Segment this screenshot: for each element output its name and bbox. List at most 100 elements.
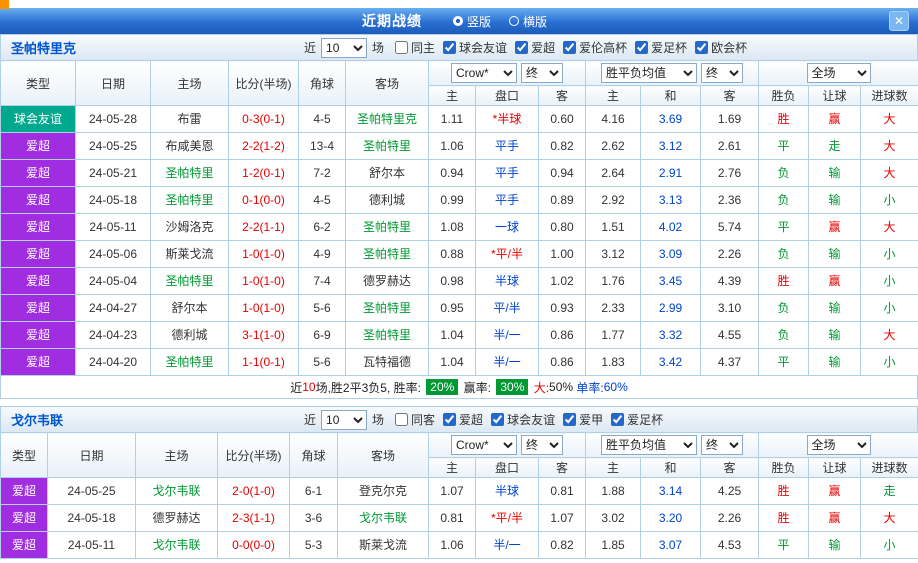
home-team: 圣帕特里 [151,160,229,187]
handicap-result: 赢 [809,106,861,133]
col-header: 比分(半场) [229,61,299,106]
match-row: 爱超24-04-27舒尔本1-0(1-0)5-6圣帕特里0.95平/半0.932… [1,295,918,322]
col-header: 类型 [1,433,48,478]
league-filter[interactable]: 爱足杯 [603,411,663,428]
layout-radio-vertical[interactable]: 竖版 [453,13,491,30]
league-filter[interactable]: 欧会杯 [687,39,747,56]
fullgame-select[interactable]: 全场 [807,435,871,455]
handicap: 半/一 [476,322,539,349]
same-side-filter-checkbox[interactable] [395,413,408,426]
same-side-filter[interactable]: 同主 [387,39,435,56]
corner-score: 4-5 [299,106,346,133]
same-side-filter-checkbox[interactable] [395,41,408,54]
league-filter[interactable]: 爱甲 [555,411,603,428]
final-odds-select[interactable]: 终 [521,435,563,455]
handicap: 平手 [476,187,539,214]
handicap: *平/半 [476,241,539,268]
league-filter[interactable]: 球会友谊 [483,411,555,428]
same-side-filter[interactable]: 同客 [387,411,435,428]
away-team: 舒尔本 [346,160,429,187]
home-team: 布咸美恩 [151,133,229,160]
avg-draw-odds: 3.07 [641,532,701,559]
sub-col-header: 客 [701,458,759,478]
page-corner-decoration [0,0,9,9]
avg-away-odds: 1.69 [701,106,759,133]
home-team: 德利城 [151,322,229,349]
home-odds: 1.06 [429,532,476,559]
match-date: 24-05-11 [76,214,151,241]
handicap-result: 输 [809,241,861,268]
away-odds: 1.07 [539,505,586,532]
handicap-result: 输 [809,160,861,187]
sub-col-header: 主 [429,86,476,106]
avg-home-odds: 1.85 [586,532,641,559]
league-filter-checkbox[interactable] [635,41,648,54]
avg-final-select[interactable]: 终 [701,435,743,455]
fullgame-select[interactable]: 全场 [807,63,871,83]
avg-draw-odds: 3.32 [641,322,701,349]
league-filter-checkbox[interactable] [563,413,576,426]
stats-summary: 近10场,胜2平3负5, 胜率: 20% 赢率: 30% 大:50% 单率:60… [0,376,918,399]
col-header: 主场 [136,433,218,478]
match-count-select[interactable]: 10 [321,410,367,430]
avg-odds-select[interactable]: 胜平负均值 [601,435,697,455]
handicap-result: 赢 [809,505,861,532]
avg-away-odds: 2.76 [701,160,759,187]
league-badge: 爱超 [1,160,76,187]
close-icon[interactable]: ✕ [889,11,909,31]
sub-col-header: 客 [701,86,759,106]
score: 2-2(1-1) [229,214,299,241]
handicap-result: 走 [809,133,861,160]
league-filter-label: 爱超 [459,411,483,428]
bookmaker-select[interactable]: Crow* [451,435,517,455]
handicap-result: 输 [809,349,861,376]
layout-radio-horizontal[interactable]: 横版 [509,13,547,30]
league-filter[interactable]: 爱足杯 [627,39,687,56]
home-team: 圣帕特里 [151,268,229,295]
home-team: 沙姆洛克 [151,214,229,241]
avg-home-odds: 3.12 [586,241,641,268]
avg-draw-odds: 3.14 [641,478,701,505]
handicap: 一球 [476,214,539,241]
sub-col-header: 主 [586,86,641,106]
summary-part: 60% [604,380,628,394]
league-filter-checkbox[interactable] [443,41,456,54]
league-filter-checkbox[interactable] [611,413,624,426]
league-badge: 爱超 [1,532,48,559]
league-filter[interactable]: 爱超 [507,39,555,56]
home-odds: 1.11 [429,106,476,133]
sub-col-header: 和 [641,86,701,106]
avg-home-odds: 2.62 [586,133,641,160]
league-badge: 球会友谊 [1,106,76,133]
league-filter-label: 爱超 [531,39,555,56]
league-filter-checkbox[interactable] [443,413,456,426]
avg-home-odds: 2.33 [586,295,641,322]
match-date: 24-05-11 [48,532,136,559]
match-row: 球会友谊24-05-28布雷0-3(0-1)4-5圣帕特里克1.11*半球0.6… [1,106,918,133]
home-odds: 0.99 [429,187,476,214]
bookmaker-select[interactable]: Crow* [451,63,517,83]
score: 2-3(1-1) [218,505,290,532]
league-filter-checkbox[interactable] [695,41,708,54]
handicap: 半/一 [476,532,539,559]
home-odds: 1.04 [429,349,476,376]
away-odds: 0.80 [539,214,586,241]
match-result: 平 [759,532,809,559]
league-filter[interactable]: 爱超 [435,411,483,428]
league-filter[interactable]: 爱伦高杯 [555,39,627,56]
score: 1-1(0-1) [229,349,299,376]
avg-odds-select[interactable]: 胜平负均值 [601,63,697,83]
handicap: *半球 [476,106,539,133]
goals-result: 走 [861,478,918,505]
away-odds: 1.00 [539,241,586,268]
league-filter-checkbox[interactable] [563,41,576,54]
league-filter-checkbox[interactable] [491,413,504,426]
fullgame-header: 全场 [759,61,918,86]
league-filter[interactable]: 球会友谊 [435,39,507,56]
avg-away-odds: 4.25 [701,478,759,505]
final-odds-select[interactable]: 终 [521,63,563,83]
league-filter-checkbox[interactable] [515,41,528,54]
match-count-select[interactable]: 10 [321,38,367,58]
avg-final-select[interactable]: 终 [701,63,743,83]
handicap-result: 赢 [809,478,861,505]
